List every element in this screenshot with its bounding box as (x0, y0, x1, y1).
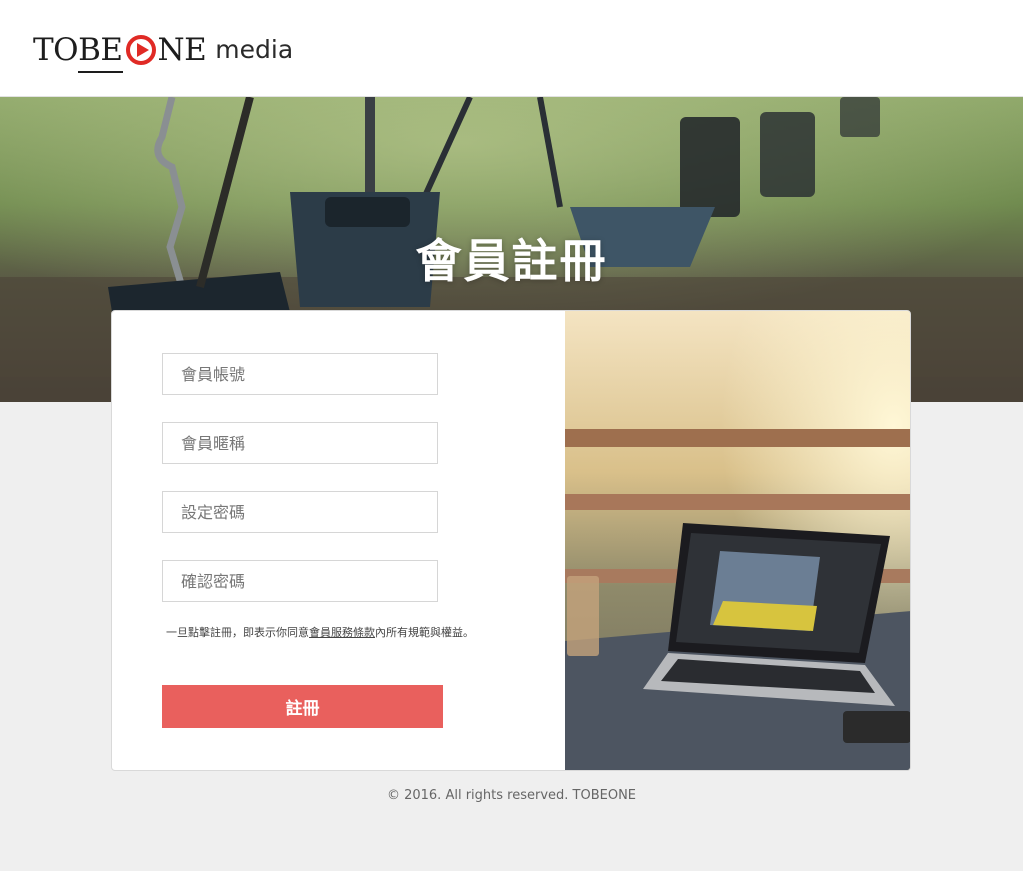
play-logo-icon (125, 35, 156, 65)
laptop-photo (565, 311, 910, 770)
terms-prefix: 一旦點擊註冊，即表示你同意 (166, 626, 309, 639)
nickname-input[interactable] (162, 422, 438, 464)
terms-link[interactable]: 會員服務條款 (309, 626, 375, 639)
terms-suffix: 內所有規範與權益。 (375, 626, 474, 639)
site-header: TOBE NE media (0, 0, 1023, 97)
logo-wordmark-end: NE (157, 32, 207, 68)
password-input[interactable] (162, 491, 438, 533)
logo-media-text: media (215, 35, 294, 64)
register-button[interactable]: 註冊 (162, 685, 443, 728)
logo-wordmark: TOBE (33, 32, 123, 73)
confirm-password-input[interactable] (162, 560, 438, 602)
register-card: 一旦點擊註冊，即表示你同意會員服務條款內所有規範與權益。 註冊 (111, 310, 911, 771)
brand-logo[interactable]: TOBE NE media (33, 28, 294, 73)
account-input[interactable] (162, 353, 438, 395)
page-title: 會員註冊 (415, 234, 608, 288)
terms-notice: 一旦點擊註冊，即表示你同意會員服務條款內所有規範與權益。 (166, 624, 474, 640)
copyright-text: © 2016. All rights reserved. TOBEONE (386, 788, 637, 803)
